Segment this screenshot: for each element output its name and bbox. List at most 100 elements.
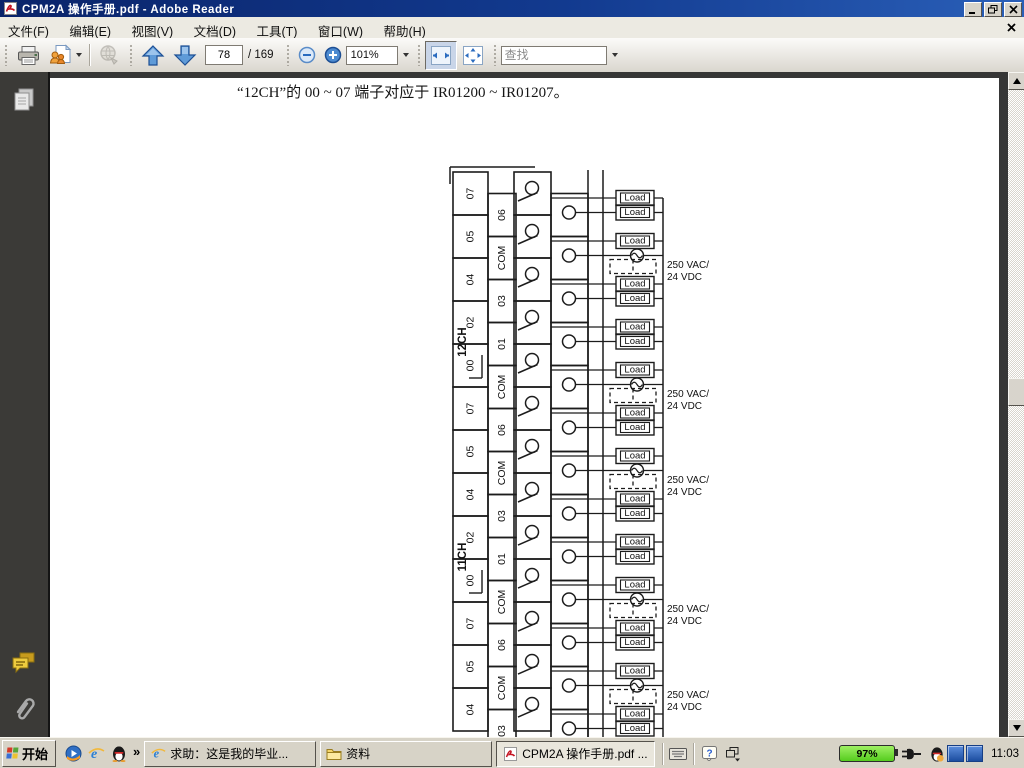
arrow-down-icon — [173, 44, 197, 67]
svg-text:Load: Load — [624, 293, 645, 304]
svg-text:06: 06 — [496, 424, 508, 436]
scroll-up-icon — [1013, 78, 1021, 84]
quick-launch-bar: e — [64, 745, 128, 763]
svg-text:24 VDC: 24 VDC — [667, 487, 702, 498]
svg-text:01: 01 — [496, 338, 508, 350]
pages-panel-button[interactable] — [11, 86, 37, 112]
zoom-level-value: 101% — [351, 49, 379, 61]
minimize-icon — [968, 5, 978, 14]
close-icon — [1009, 5, 1018, 14]
comments-icon — [11, 651, 37, 675]
pages-icon — [12, 87, 36, 111]
toolbar-grip[interactable] — [493, 44, 497, 66]
svg-text:250 VAC/: 250 VAC/ — [667, 690, 709, 701]
print-button[interactable] — [12, 41, 45, 70]
ac-power-plug-icon[interactable] — [901, 746, 923, 762]
scroll-up-button[interactable] — [1008, 72, 1024, 90]
svg-text:COM: COM — [496, 461, 508, 486]
toolbar-separator — [89, 44, 90, 66]
pdf-document-icon — [502, 746, 518, 762]
taskbar-task-folder[interactable]: 资料 — [320, 741, 492, 767]
svg-text:Load: Load — [624, 207, 645, 218]
globe-sync-icon — [97, 44, 121, 66]
svg-text:02: 02 — [465, 532, 477, 544]
menu-view[interactable]: 视图(V) — [124, 17, 182, 40]
menu-window[interactable]: 窗口(W) — [310, 17, 371, 40]
vertical-scrollbar[interactable] — [1008, 72, 1024, 737]
tray-icon-file-service[interactable] — [966, 745, 983, 762]
svg-text:06: 06 — [496, 209, 508, 221]
svg-text:?: ? — [706, 749, 712, 760]
task-label: 资料 — [346, 745, 370, 762]
media-player-launcher[interactable] — [64, 745, 82, 763]
menu-file[interactable]: 文件(F) — [0, 17, 57, 40]
taskbar-task-pdf[interactable]: CPM2A 操作手册.pdf ... — [496, 741, 655, 767]
adobe-reader-app-icon — [4, 2, 17, 15]
taskbar: 开始 e — [0, 737, 1024, 768]
menu-help[interactable]: 帮助(H) — [375, 17, 433, 40]
svg-text:Load: Load — [624, 666, 645, 677]
scroll-down-icon — [1013, 725, 1021, 731]
page-number-input[interactable] — [205, 45, 243, 65]
qq-tray-icon[interactable] — [929, 746, 945, 762]
svg-text:00: 00 — [465, 575, 477, 587]
svg-text:Load: Load — [624, 709, 645, 720]
toolbar-grip[interactable] — [417, 44, 421, 66]
svg-text:11CH: 11CH — [457, 543, 469, 572]
fit-page-button[interactable] — [457, 41, 489, 70]
svg-text:COM: COM — [496, 375, 508, 400]
comments-panel-button[interactable] — [11, 650, 37, 676]
system-tray: 97% 11:03 — [839, 745, 1024, 762]
svg-text:00: 00 — [465, 360, 477, 372]
svg-text:04: 04 — [465, 274, 477, 286]
previous-page-button[interactable] — [137, 41, 169, 70]
restore-icon — [988, 5, 998, 14]
document-close-icon[interactable] — [1006, 22, 1017, 33]
svg-text:COM: COM — [496, 590, 508, 615]
start-button[interactable]: 开始 — [2, 740, 56, 767]
quick-launch-overflow[interactable]: » — [133, 744, 140, 759]
zoom-in-button[interactable] — [320, 41, 346, 70]
svg-text:Load: Load — [624, 365, 645, 376]
desktop-toolbar-button[interactable] — [721, 743, 745, 765]
svg-text:05: 05 — [465, 231, 477, 243]
zoom-dropdown-arrow[interactable] — [403, 53, 409, 57]
scroll-down-button[interactable] — [1008, 719, 1024, 737]
svg-text:06: 06 — [496, 639, 508, 651]
zoom-level-combo[interactable]: 101% — [346, 46, 398, 65]
collaborate-button[interactable] — [45, 41, 86, 70]
arrow-up-icon — [141, 44, 165, 67]
toolbar-grip[interactable] — [129, 44, 133, 66]
menu-edit[interactable]: 编辑(E) — [61, 17, 119, 40]
qq-launcher[interactable] — [110, 745, 128, 763]
next-page-button[interactable] — [169, 41, 201, 70]
zoom-out-button[interactable] — [294, 41, 320, 70]
start-label: 开始 — [22, 744, 48, 763]
close-button[interactable] — [1004, 2, 1022, 17]
zoom-out-icon — [298, 46, 316, 64]
svg-text:Load: Load — [624, 422, 645, 433]
battery-indicator[interactable]: 97% — [839, 745, 895, 762]
svg-text:02: 02 — [465, 317, 477, 329]
svg-text:07: 07 — [465, 403, 477, 415]
minimize-button[interactable] — [964, 2, 982, 17]
svg-text:12CH: 12CH — [457, 327, 469, 356]
fit-width-button[interactable] — [425, 41, 457, 70]
toolbar-grip[interactable] — [4, 44, 8, 66]
svg-text:03: 03 — [496, 725, 508, 737]
input-method-indicator[interactable] — [666, 743, 690, 765]
svg-text:01: 01 — [496, 553, 508, 565]
find-input[interactable] — [501, 46, 607, 65]
tray-icon-license-manager[interactable] — [947, 745, 964, 762]
menu-tools[interactable]: 工具(T) — [248, 17, 305, 40]
scrollbar-thumb[interactable] — [1008, 378, 1024, 406]
taskbar-task-ie[interactable]: e 求助：这是我的毕业... — [144, 741, 316, 767]
toolbar-grip[interactable] — [286, 44, 290, 66]
internet-explorer-launcher[interactable]: e — [87, 745, 105, 763]
help-indicator[interactable]: ? — [697, 743, 721, 765]
menu-document[interactable]: 文档(D) — [186, 17, 244, 40]
page-total-label: / 169 — [248, 49, 274, 61]
restore-button[interactable] — [984, 2, 1002, 17]
find-dropdown-arrow[interactable] — [612, 53, 618, 57]
attachments-panel-button[interactable] — [11, 694, 37, 720]
